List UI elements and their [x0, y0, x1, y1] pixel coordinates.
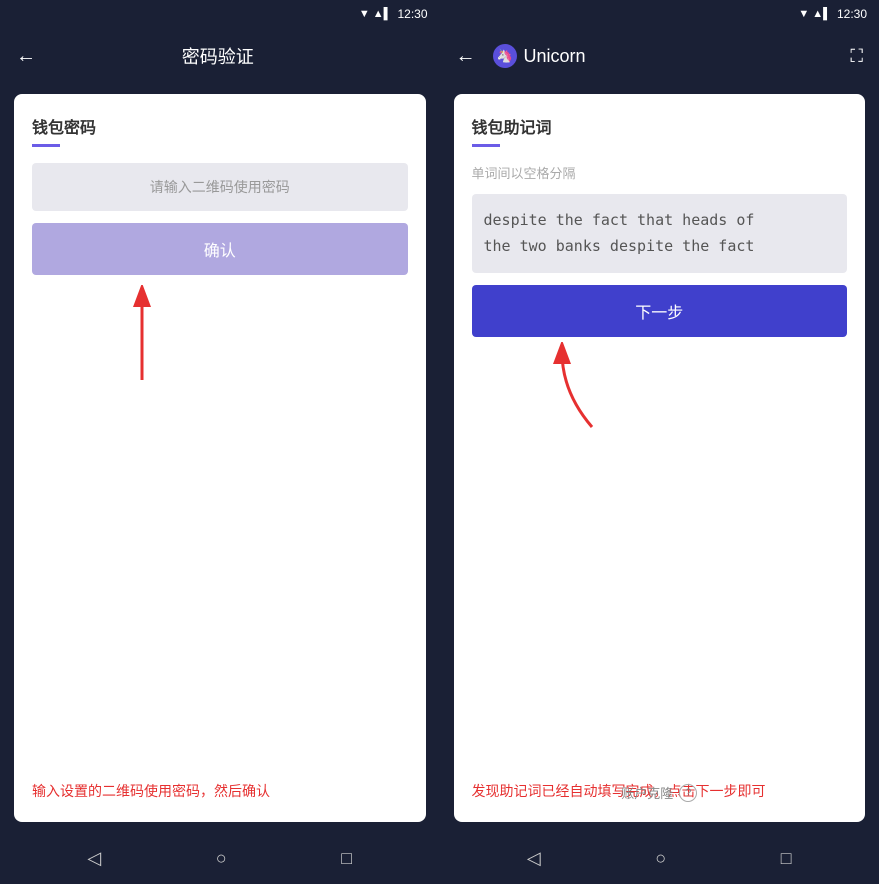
confirm-button[interactable]: 确认: [32, 223, 408, 275]
left-home-nav[interactable]: ○: [216, 848, 227, 869]
left-card: 钱包密码 请输入二维码使用密码 确认 输入设置的二维码使用密码，然后确认: [14, 94, 426, 822]
left-arrow-area: 输入设置的二维码使用密码，然后确认: [32, 275, 408, 802]
right-back-nav[interactable]: ◁: [527, 848, 541, 869]
account-clone-label: 账户克隆: [621, 783, 673, 802]
signal-icon-left: ▼ ▲▌: [359, 8, 392, 20]
right-app-bar: ← 🦄 Unicorn ⛶: [440, 28, 879, 84]
right-panel: ← 🦄 Unicorn ⛶ 钱包助记词 单词间以空格分隔 despite the…: [440, 28, 879, 832]
left-annotation-text: 输入设置的二维码使用密码，然后确认: [32, 783, 270, 799]
nav-bar: ◁ ○ □ ◁ ○ □: [0, 832, 879, 884]
unicorn-icon: 🦄: [492, 43, 518, 69]
left-back-nav[interactable]: ◁: [87, 848, 101, 869]
signal-icon-right: ▼ ▲▌: [798, 8, 831, 20]
left-recent-nav[interactable]: □: [341, 848, 352, 869]
main-content: ← 密码验证 钱包密码 请输入二维码使用密码 确认: [0, 28, 879, 832]
right-home-nav[interactable]: ○: [655, 848, 666, 869]
mnemonic-text: despite the fact that heads of the two b…: [484, 211, 755, 255]
right-card-title: 钱包助记词: [472, 114, 848, 138]
help-icon[interactable]: ?: [679, 784, 697, 802]
account-clone-row: 账户克隆 ?: [454, 783, 866, 802]
right-recent-nav[interactable]: □: [781, 848, 792, 869]
right-arrow-area: 发现助记词已经自动填写完成，点击下一步即可: [472, 337, 848, 802]
next-button[interactable]: 下一步: [472, 285, 848, 337]
left-card-title: 钱包密码: [32, 114, 408, 138]
status-bar: ▼ ▲▌ 12:30 ▼ ▲▌ 12:30: [0, 0, 879, 28]
right-back-button[interactable]: ←: [456, 45, 476, 68]
right-app-title: Unicorn: [524, 46, 586, 67]
left-app-title: 密码验证: [52, 43, 384, 69]
unicorn-logo: 🦄 Unicorn: [492, 43, 586, 69]
left-annotation: 输入设置的二维码使用密码，然后确认: [32, 781, 408, 802]
left-app-bar: ← 密码验证: [0, 28, 440, 84]
right-red-arrow: [532, 342, 622, 432]
right-card-underline: [472, 144, 500, 147]
left-panel: ← 密码验证 钱包密码 请输入二维码使用密码 确认: [0, 28, 440, 832]
password-input-wrapper[interactable]: 请输入二维码使用密码: [32, 163, 408, 211]
expand-icon[interactable]: ⛶: [850, 46, 863, 67]
time-left: 12:30: [397, 7, 427, 21]
left-red-arrow: [112, 285, 192, 385]
right-nav: ◁ ○ □: [440, 832, 879, 884]
svg-text:🦄: 🦄: [496, 48, 512, 63]
left-back-button[interactable]: ←: [16, 45, 36, 68]
left-nav: ◁ ○ □: [0, 832, 440, 884]
status-bar-right: ▼ ▲▌ 12:30: [440, 0, 879, 28]
time-right: 12:30: [837, 7, 867, 21]
status-bar-left: ▼ ▲▌ 12:30: [0, 0, 440, 28]
right-card: 钱包助记词 单词间以空格分隔 despite the fact that hea…: [454, 94, 866, 822]
password-input-placeholder: 请输入二维码使用密码: [150, 179, 290, 195]
left-card-underline: [32, 144, 60, 147]
mnemonic-display[interactable]: despite the fact that heads of the two b…: [472, 194, 848, 273]
mnemonic-subtitle: 单词间以空格分隔: [472, 163, 848, 182]
